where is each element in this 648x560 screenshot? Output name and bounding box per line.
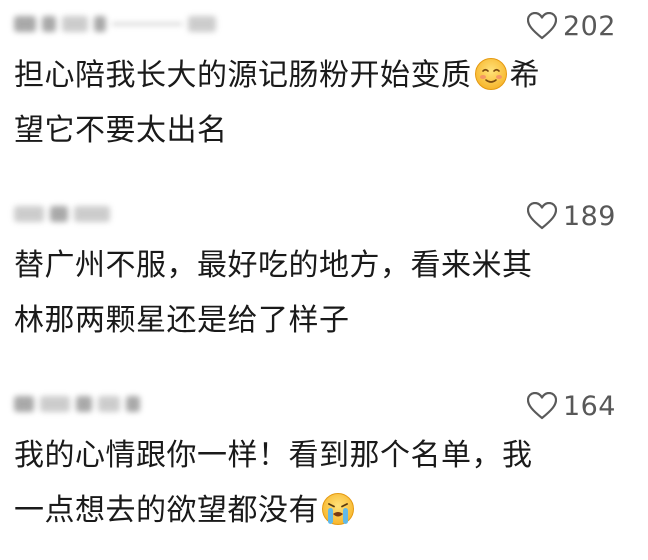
like-count: 164	[562, 390, 616, 422]
heart-icon	[526, 202, 557, 230]
like-count: 189	[562, 200, 616, 232]
like-count: 202	[562, 10, 616, 42]
like-button[interactable]: 189	[526, 200, 616, 232]
blurred-username[interactable]	[14, 200, 110, 228]
comment-item: 202 担心陪我长大的源记肠粉开始变质 希 望它不要太出名	[0, 0, 648, 170]
like-button[interactable]: 164	[526, 390, 616, 422]
comment-text-line: 林那两颗星还是给了样子	[14, 303, 350, 338]
comment-text-line: 一点想去的欲望都没有	[14, 493, 319, 528]
smiling-face-emoji-icon	[474, 58, 507, 90]
heart-icon	[526, 392, 557, 420]
like-button[interactable]: 202	[526, 10, 616, 42]
blurred-username[interactable]	[14, 10, 216, 38]
crying-face-emoji-icon	[322, 493, 354, 525]
comment-text: 担心陪我长大的源记肠粉开始变质 希 望它不要太出名	[14, 48, 614, 158]
comment-text-line: 我的心情跟你一样！看到那个名单，我	[14, 438, 533, 473]
comment-text-line: 替广州不服，最好吃的地方，看来米其	[14, 248, 533, 283]
comment-text: 替广州不服，最好吃的地方，看来米其 林那两颗星还是给了样子	[14, 238, 614, 348]
comment-text-line: 希	[509, 58, 540, 93]
comment-text-line: 担心陪我长大的源记肠粉开始变质	[14, 58, 472, 93]
comment-item: 164 我的心情跟你一样！看到那个名单，我 一点想去的欲望都没有	[0, 380, 648, 560]
comment-text: 我的心情跟你一样！看到那个名单，我 一点想去的欲望都没有	[14, 428, 614, 538]
heart-icon	[526, 12, 557, 40]
comment-text-line: 望它不要太出名	[14, 113, 228, 148]
blurred-username[interactable]	[14, 390, 140, 418]
comment-item: 189 替广州不服，最好吃的地方，看来米其 林那两颗星还是给了样子	[0, 190, 648, 360]
